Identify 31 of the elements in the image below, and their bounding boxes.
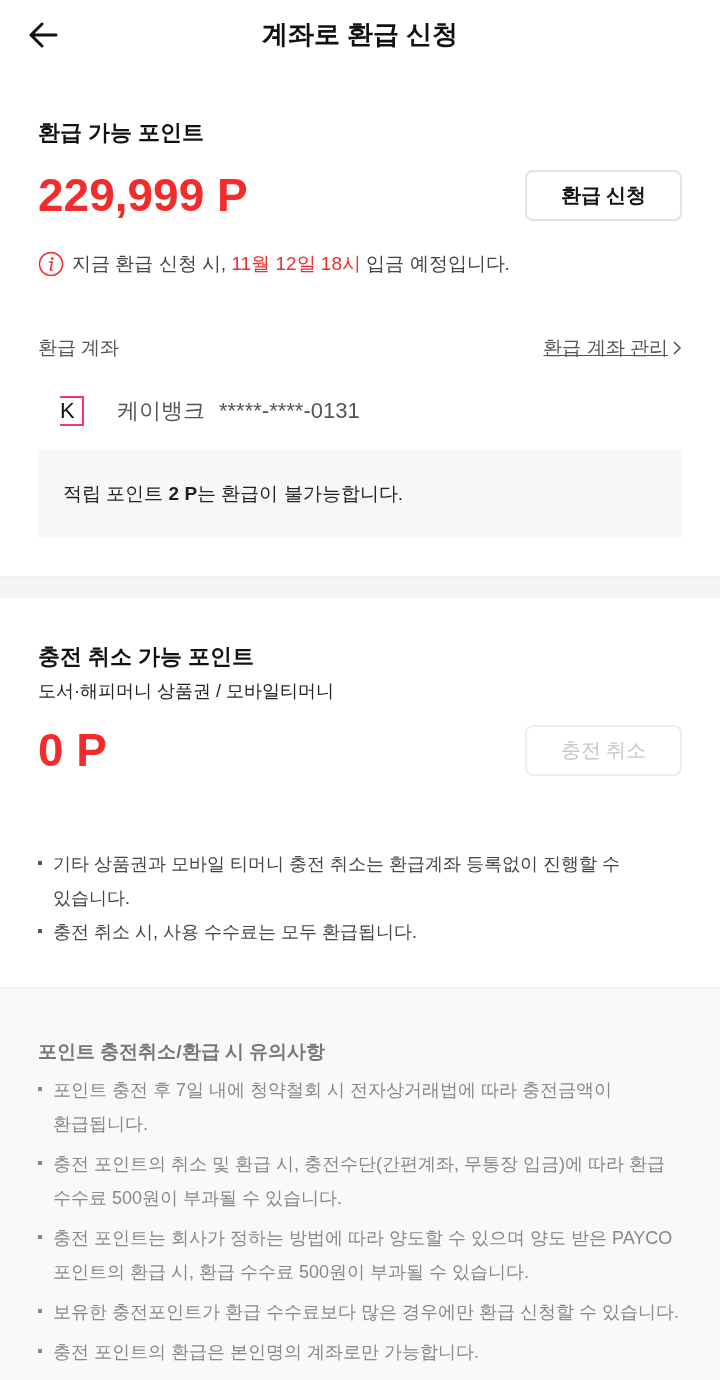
bullet-icon (38, 1087, 42, 1091)
bank-name: 케이뱅크 (117, 397, 205, 425)
manage-account-link[interactable]: 환급 계좌 관리 (543, 335, 668, 361)
page-title: 계좌로 환급 신청 (261, 18, 459, 51)
cautions-title: 포인트 충전취소/환급 시 유의사항 (38, 1040, 327, 1064)
non-refundable-notice: 적립 포인트 2 P는 환급이 불가능합니다. (63, 482, 403, 506)
refund-request-button[interactable]: 환급 신청 (525, 169, 682, 221)
bank-logo: K (60, 396, 84, 426)
caution-text: 충전 포인트의 환급은 본인명의 계좌로만 가능합니다. (53, 1341, 479, 1364)
bullet-icon (38, 1349, 42, 1353)
refundable-points-amount: 229,999 P (38, 168, 248, 223)
bullet-icon (38, 929, 42, 933)
caution-text: 충전 포인트는 회사가 정하는 방법에 따라 양도할 수 있으며 양도 받은 PAYCO 포인트의 환급 시, 환급 수수료 500원이 부과될 수 있습니다. (53, 1227, 674, 1284)
section-title: 충전 취소 가능 포인트 (38, 643, 256, 671)
cancelable-points-amount: 0 P (38, 723, 108, 778)
note-text: 충전 취소 시, 사용 수수료는 모두 환급됩니다. (53, 921, 418, 944)
account-number: *****-****-0131 (219, 397, 360, 425)
section-title: 환급 가능 포인트 (38, 119, 206, 147)
account-label: 환급 계좌 (38, 336, 120, 360)
bullet-icon (38, 1235, 42, 1239)
bullet-icon (38, 861, 42, 865)
note-text: 기타 상품권과 모바일 티머니 충전 취소는 환급계좌 등록없이 진행할 수 있습니다. (53, 853, 621, 910)
bullet-icon (38, 1161, 42, 1165)
section-subtitle: 도서·해피머니 상품권 / 모바일티머니 (38, 680, 335, 703)
bullet-icon (38, 1309, 42, 1313)
info-icon (38, 251, 64, 277)
chevron-right-icon[interactable] (672, 340, 682, 356)
caution-text: 포인트 충전 후 7일 내에 청약철회 시 전자상거래법에 따라 충전금액이 환급됩니다. (53, 1079, 614, 1136)
caution-text: 충전 포인트의 취소 및 환급 시, 충전수단(간편계좌, 무통장 입금)에 따라 환급 수수료 500원이 부과될 수 있습니다. (53, 1153, 666, 1210)
caution-text: 보유한 충전포인트가 환급 수수료보다 많은 경우에만 환급 신청할 수 있습니다. (53, 1301, 679, 1324)
deposit-schedule-notice: 지금 환급 신청 시, 11월 12일 18시 입금 예정입니다. (72, 252, 510, 276)
